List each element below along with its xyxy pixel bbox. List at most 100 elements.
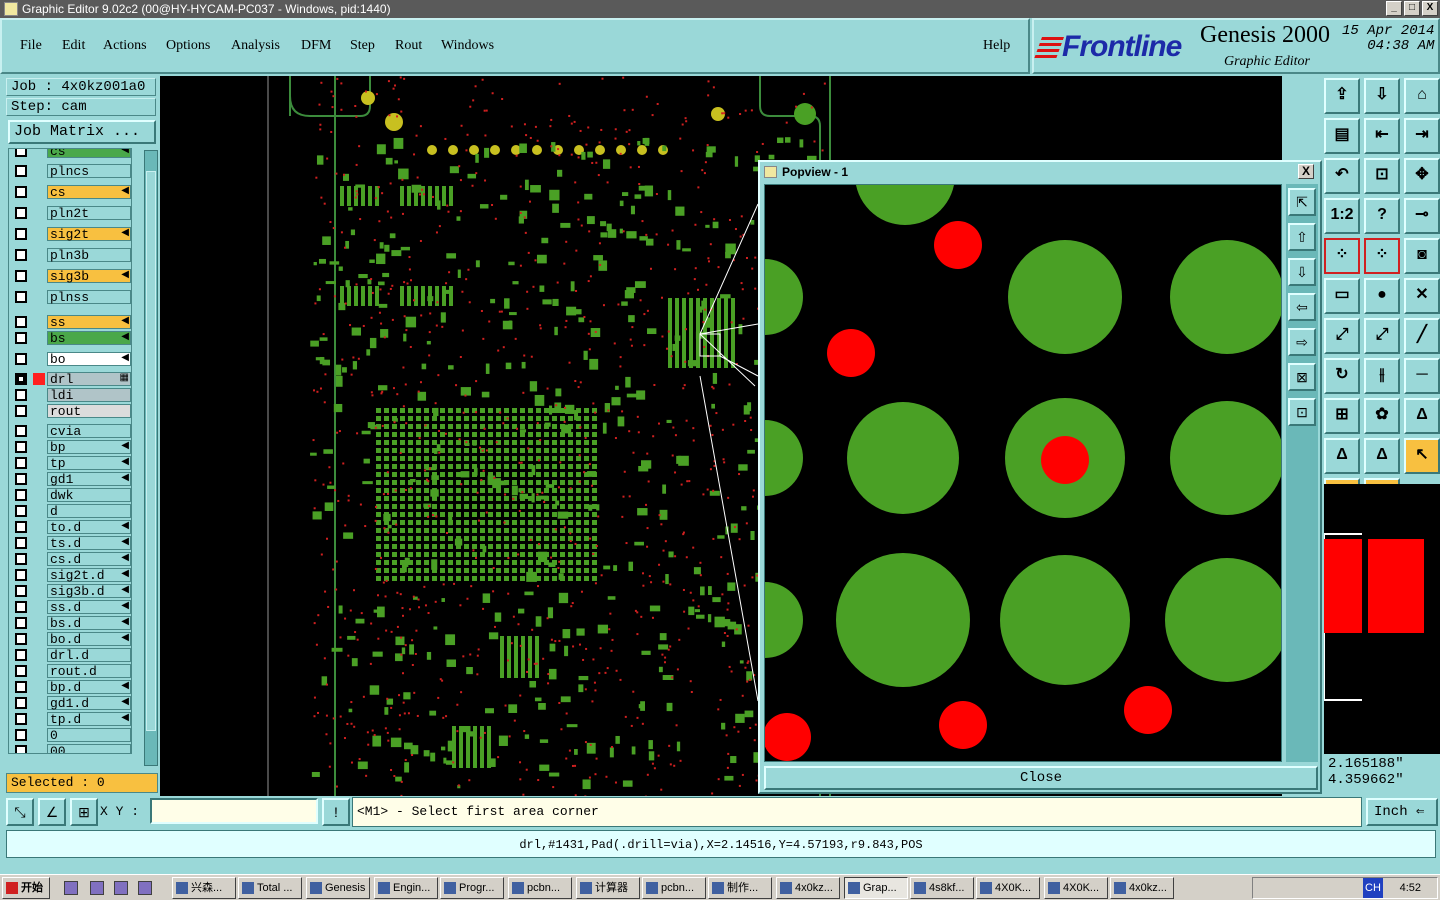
select-icon[interactable]: ◙ bbox=[1404, 238, 1440, 274]
layer-row[interactable]: to.d ◀ bbox=[9, 519, 131, 535]
layer-name[interactable]: ldi bbox=[47, 388, 131, 403]
layer-row[interactable]: pln2t bbox=[9, 205, 131, 221]
layer-checkbox[interactable] bbox=[15, 270, 27, 282]
dim-icon[interactable]: ⊞ bbox=[1324, 398, 1360, 434]
layer-row[interactable]: cs ◀ bbox=[9, 149, 131, 159]
layer-row[interactable]: d bbox=[9, 503, 131, 519]
layer-row[interactable]: bs ◀ bbox=[9, 330, 131, 346]
layer-row[interactable]: ldi bbox=[9, 387, 131, 403]
layer-row[interactable]: sig3b ◀ bbox=[9, 268, 131, 284]
taskbar-item[interactable]: 4s8kf... bbox=[910, 877, 974, 899]
layer-name[interactable]: 0 bbox=[47, 728, 131, 743]
layer-checkbox[interactable] bbox=[15, 505, 27, 517]
pan-left-icon[interactable]: ⇦ bbox=[1288, 293, 1316, 321]
layer-name[interactable]: 00 bbox=[47, 744, 131, 753]
zoom-fit-icon[interactable]: ⇱ bbox=[1288, 188, 1316, 216]
layer-checkbox[interactable] bbox=[15, 332, 27, 344]
layer-checkbox[interactable] bbox=[15, 353, 27, 365]
taskbar-item[interactable]: pcbn... bbox=[508, 877, 572, 899]
export-icon[interactable]: ⇩ bbox=[1364, 78, 1400, 114]
poly2-icon[interactable]: Δ bbox=[1324, 438, 1360, 474]
layer-row[interactable]: bo.d ◀ bbox=[9, 631, 131, 647]
info-icon[interactable]: ! bbox=[322, 798, 350, 826]
layer-checkbox[interactable] bbox=[15, 149, 27, 157]
layer-name[interactable]: pln3b bbox=[47, 248, 131, 263]
layer-name[interactable]: cs.d bbox=[47, 552, 131, 567]
shape-icon[interactable]: ✿ bbox=[1364, 398, 1400, 434]
menu-actions[interactable]: Actions bbox=[103, 38, 147, 54]
layer-scrollbar[interactable] bbox=[144, 150, 158, 766]
layer-row[interactable]: sig2t.d ◀ bbox=[9, 567, 131, 583]
layer-row[interactable]: bp.d ◀ bbox=[9, 679, 131, 695]
maximize-button[interactable]: □ bbox=[1404, 1, 1420, 16]
layer-checkbox[interactable] bbox=[15, 649, 27, 661]
layer-name[interactable]: rout.d bbox=[47, 664, 131, 679]
menu-help[interactable]: Help bbox=[983, 38, 1010, 54]
layer-name[interactable]: dwk bbox=[47, 488, 131, 503]
layer-checkbox[interactable] bbox=[15, 489, 27, 501]
layer-checkbox[interactable] bbox=[15, 729, 27, 741]
frame-icon[interactable]: ▤ bbox=[1324, 118, 1360, 154]
pan-right-icon[interactable]: ⇥ bbox=[1404, 118, 1440, 154]
layer-name[interactable]: drl bbox=[47, 372, 131, 387]
layer-row[interactable]: 00 bbox=[9, 743, 131, 753]
popview-zoom-view[interactable] bbox=[765, 185, 1282, 762]
layer-row[interactable]: rout.d bbox=[9, 663, 131, 679]
taskbar-item[interactable]: Total ... bbox=[238, 877, 302, 899]
layer-row[interactable]: ss ◀ bbox=[9, 314, 131, 330]
layer-row[interactable]: gd1 ◀ bbox=[9, 471, 131, 487]
layer-name[interactable]: bp bbox=[47, 440, 131, 455]
layer-name[interactable]: bp.d bbox=[47, 680, 131, 695]
home-icon[interactable]: ⌂ bbox=[1404, 78, 1440, 114]
net2-icon[interactable]: ⁘ bbox=[1364, 238, 1400, 274]
layer-row[interactable]: bo ◀ bbox=[9, 351, 131, 367]
layer-name[interactable]: plncs bbox=[47, 164, 131, 179]
layer-name[interactable]: d bbox=[47, 504, 131, 519]
arc-icon[interactable]: ↻ bbox=[1324, 358, 1360, 394]
layer-checkbox[interactable] bbox=[15, 207, 27, 219]
layer-checkbox[interactable] bbox=[15, 186, 27, 198]
menu-dfm[interactable]: DFM bbox=[301, 38, 331, 54]
ruler-icon[interactable]: ▭ bbox=[1324, 278, 1360, 314]
start-button[interactable]: 开始 bbox=[2, 877, 50, 899]
mini-map[interactable] bbox=[1323, 484, 1440, 754]
taskbar-item[interactable]: 制作... bbox=[708, 877, 772, 899]
layer-name[interactable]: bo.d bbox=[47, 632, 131, 647]
quick-launch-icon[interactable] bbox=[64, 881, 78, 895]
text-icon[interactable]: ⫲ bbox=[1364, 358, 1400, 394]
layer-name[interactable]: ss bbox=[47, 315, 131, 330]
layer-name[interactable]: pln2t bbox=[47, 206, 131, 221]
layer-row[interactable]: pln3b bbox=[9, 247, 131, 263]
taskbar-item[interactable]: Progr... bbox=[440, 877, 504, 899]
units-select[interactable]: Inch ⇐ bbox=[1366, 798, 1438, 826]
layer-row[interactable]: plncs bbox=[9, 163, 131, 179]
layer-name[interactable]: sig3b bbox=[47, 269, 131, 284]
layer-checkbox[interactable] bbox=[15, 228, 27, 240]
zoom-in-icon[interactable]: ⊡ bbox=[1288, 398, 1316, 426]
layer-row[interactable]: plnss bbox=[9, 289, 131, 305]
pointer-icon[interactable]: ↖ bbox=[1404, 438, 1440, 474]
layer-row[interactable]: bs.d ◀ bbox=[9, 615, 131, 631]
layer-name[interactable]: plnss bbox=[47, 290, 131, 305]
undo-icon[interactable]: ↶ bbox=[1324, 158, 1360, 194]
net-icon[interactable]: ⁘ bbox=[1324, 238, 1360, 274]
taskbar-item[interactable]: Genesis bbox=[306, 877, 370, 899]
menu-file[interactable]: File bbox=[20, 38, 42, 54]
pan-left-icon[interactable]: ⇤ bbox=[1364, 118, 1400, 154]
layer-row[interactable]: dwk bbox=[9, 487, 131, 503]
layer-checkbox[interactable] bbox=[15, 473, 27, 485]
pan-right-icon[interactable]: ⇨ bbox=[1288, 328, 1316, 356]
close-button[interactable]: X bbox=[1422, 1, 1438, 16]
draw-icon[interactable]: ╱ bbox=[1404, 318, 1440, 354]
measure-icon[interactable]: ⊸ bbox=[1404, 198, 1440, 234]
zoom-home-icon[interactable]: ⇧ bbox=[1288, 223, 1316, 251]
layer-name[interactable]: sig2t bbox=[47, 227, 131, 242]
layer-row[interactable]: ts.d ◀ bbox=[9, 535, 131, 551]
menu-edit[interactable]: Edit bbox=[62, 38, 85, 54]
pad-icon[interactable]: ● bbox=[1364, 278, 1400, 314]
xy-input[interactable] bbox=[150, 798, 318, 824]
minimize-button[interactable]: _ bbox=[1386, 1, 1402, 16]
layer-checkbox[interactable] bbox=[15, 697, 27, 709]
taskbar-item[interactable]: Grap... bbox=[844, 877, 908, 899]
poly3-icon[interactable]: Δ bbox=[1364, 438, 1400, 474]
